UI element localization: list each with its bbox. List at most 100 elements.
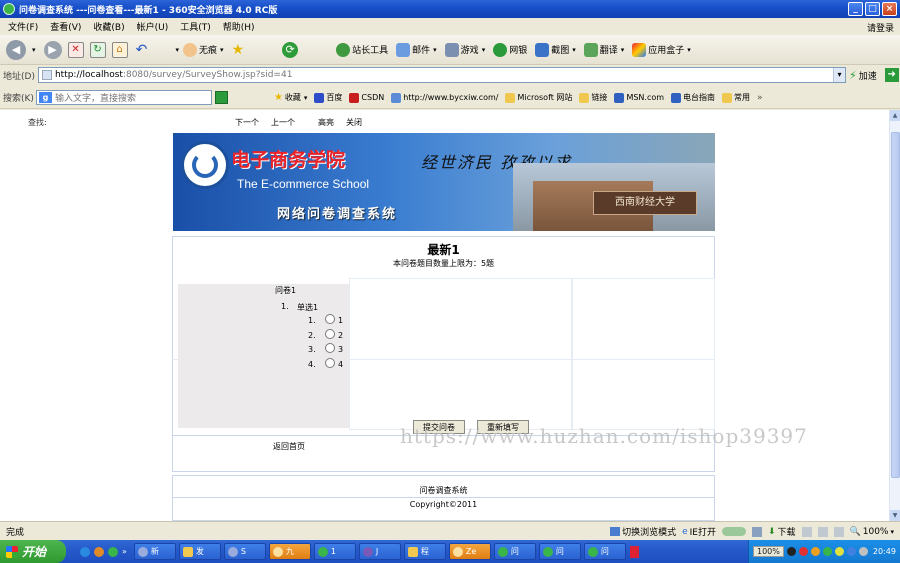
favorites-star-icon: ★	[273, 92, 283, 103]
find-next[interactable]: 下一个	[235, 117, 259, 128]
switch-view-mode-button[interactable]: 切换浏览模式	[610, 525, 676, 538]
find-close[interactable]: 关闭	[346, 117, 362, 128]
option-radio-1[interactable]	[325, 314, 335, 324]
option-radio-4[interactable]	[325, 358, 335, 368]
menu-view[interactable]: 查看(V)	[50, 20, 81, 33]
favorite-star-icon[interactable]: ★	[232, 42, 245, 58]
tray-icon[interactable]	[858, 547, 868, 556]
window-icon[interactable]	[817, 526, 828, 537]
task-button[interactable]: 问	[538, 543, 581, 560]
option-radio-3[interactable]	[325, 343, 335, 353]
window-title: 问卷调查系统 ---问卷查看---最新1 - 360安全浏览器 4.0 RC版	[19, 5, 278, 16]
sync-icon[interactable]: ⟳	[282, 41, 299, 58]
home-icon[interactable]: ⌂	[111, 41, 128, 58]
menu-account[interactable]: 帐户(U)	[137, 20, 169, 33]
stop-icon[interactable]: ✕	[67, 41, 84, 58]
more-dropdown-icon[interactable]: ▾	[176, 46, 180, 54]
task-button[interactable]: 程	[403, 543, 446, 560]
fav-msn[interactable]: MSN.com	[614, 92, 664, 103]
games-button[interactable]: 游戏 ▾	[444, 42, 485, 57]
tray-icon[interactable]	[810, 547, 820, 556]
fav-csdn[interactable]: CSDN	[349, 92, 384, 103]
mail-button[interactable]: 邮件 ▾	[396, 42, 437, 57]
tray-icon[interactable]	[846, 547, 856, 556]
quicklaunch-media-icon[interactable]	[94, 546, 104, 557]
task-button-active[interactable]: 九	[268, 543, 311, 560]
back-icon[interactable]: ◀	[6, 39, 26, 60]
favorites-menu[interactable]: ★ 收藏 ▾	[274, 92, 307, 103]
fav-microsoft[interactable]: Microsoft 网站	[505, 92, 572, 103]
back-dropdown-icon[interactable]: ▾	[32, 46, 36, 54]
window-titlebar[interactable]: 问卷调查系统 ---问卷查看---最新1 - 360安全浏览器 4.0 RC版 …	[0, 0, 900, 18]
task-button[interactable]: J	[358, 543, 401, 560]
msn-icon	[614, 92, 625, 103]
clock[interactable]: 20:49	[873, 547, 896, 556]
find-highlight[interactable]: 高亮	[318, 117, 334, 128]
back-home-link[interactable]: 返回首页	[273, 441, 305, 452]
task-button[interactable]: 问	[493, 543, 536, 560]
sound-icon[interactable]	[833, 526, 844, 537]
task-button-active[interactable]: Ze	[448, 543, 491, 560]
fav-links[interactable]: 链接	[579, 92, 607, 103]
scroll-thumb[interactable]	[891, 132, 900, 478]
task-button[interactable]: 新	[133, 543, 176, 560]
quicklaunch-360-icon[interactable]	[108, 546, 118, 557]
quicklaunch-ie-icon[interactable]	[80, 546, 90, 557]
toggle-icon[interactable]	[721, 527, 746, 536]
tray-icon[interactable]	[822, 547, 832, 556]
zoom-button[interactable]: 🔍 100% ▾	[850, 527, 894, 537]
tray-icon[interactable]	[798, 547, 808, 556]
close-window-button[interactable]: ×	[882, 2, 897, 16]
ie-open-button[interactable]: e IE打开	[682, 525, 716, 539]
scroll-up-icon[interactable]: ▲	[890, 110, 900, 121]
quicklaunch-more-icon[interactable]: »	[122, 547, 127, 556]
search-engine-icon[interactable]: g	[38, 92, 52, 103]
task-button[interactable]: S	[223, 543, 266, 560]
forward-icon[interactable]: ▶	[43, 40, 62, 59]
go-arrow-icon[interactable]: ➜	[884, 68, 899, 82]
address-dropdown-icon[interactable]: ▾	[832, 68, 845, 82]
find-prev[interactable]: 上一个	[271, 117, 295, 128]
vertical-scrollbar[interactable]: ▲ ▼	[889, 110, 900, 521]
menu-help[interactable]: 帮助(H)	[223, 20, 255, 33]
app-box-button[interactable]: 应用盒子 ▾	[632, 42, 691, 57]
accelerate-button[interactable]: ⚡ 加速	[849, 69, 877, 82]
option-number: 2.	[308, 331, 316, 340]
webmaster-tools-button[interactable]: 站长工具	[336, 42, 388, 57]
translate-button[interactable]: 翻译 ▾	[583, 42, 624, 57]
window-icon[interactable]	[801, 526, 812, 537]
grid-icon[interactable]	[751, 526, 762, 537]
undo-close-icon[interactable]: ↶	[134, 42, 150, 58]
task-button[interactable]: 1	[313, 543, 356, 560]
online-banking-button[interactable]: 网银	[493, 42, 527, 57]
task-button[interactable]: 问	[583, 543, 626, 560]
tray-icon[interactable]	[834, 547, 844, 556]
download-button[interactable]: ⬇ 下载	[768, 525, 796, 539]
login-link[interactable]: 请登录	[867, 21, 894, 34]
fav-bycxiw[interactable]: http://www.bycxiw.com/	[391, 92, 498, 103]
minimize-button[interactable]: _	[848, 2, 863, 16]
maximize-button[interactable]: □	[865, 2, 880, 16]
address-input[interactable]: http://localhost :8080/survey/SurveyShow…	[37, 67, 846, 83]
menu-tools[interactable]: 工具(T)	[180, 20, 211, 33]
fav-baidu[interactable]: 百度	[314, 92, 342, 103]
battery-indicator[interactable]: 100%	[753, 546, 784, 557]
start-button[interactable]: 开始	[0, 540, 66, 563]
app-s-icon[interactable]	[629, 545, 639, 558]
tray-icon[interactable]	[786, 547, 796, 556]
refresh-icon[interactable]: ↻	[89, 41, 106, 58]
option-radio-2[interactable]	[325, 329, 335, 339]
task-button[interactable]: 发	[178, 543, 221, 560]
screenshot-button[interactable]: 截图 ▾	[535, 42, 576, 57]
menu-file[interactable]: 文件(F)	[8, 20, 38, 33]
favorites-more-icon[interactable]: »	[757, 93, 763, 103]
fav-common[interactable]: 常用	[722, 92, 750, 103]
search-button[interactable]	[214, 91, 228, 104]
no-trace-button[interactable]: 无痕 ▾	[183, 42, 224, 57]
scroll-down-icon[interactable]: ▼	[890, 510, 900, 521]
task-icon	[272, 546, 283, 557]
menu-favorites[interactable]: 收藏(B)	[93, 20, 124, 33]
fav-radio-guide[interactable]: 电台指南	[671, 92, 715, 103]
search-input[interactable]: g 输入文字，直接搜索	[35, 90, 212, 105]
browser-360-icon	[542, 546, 553, 557]
